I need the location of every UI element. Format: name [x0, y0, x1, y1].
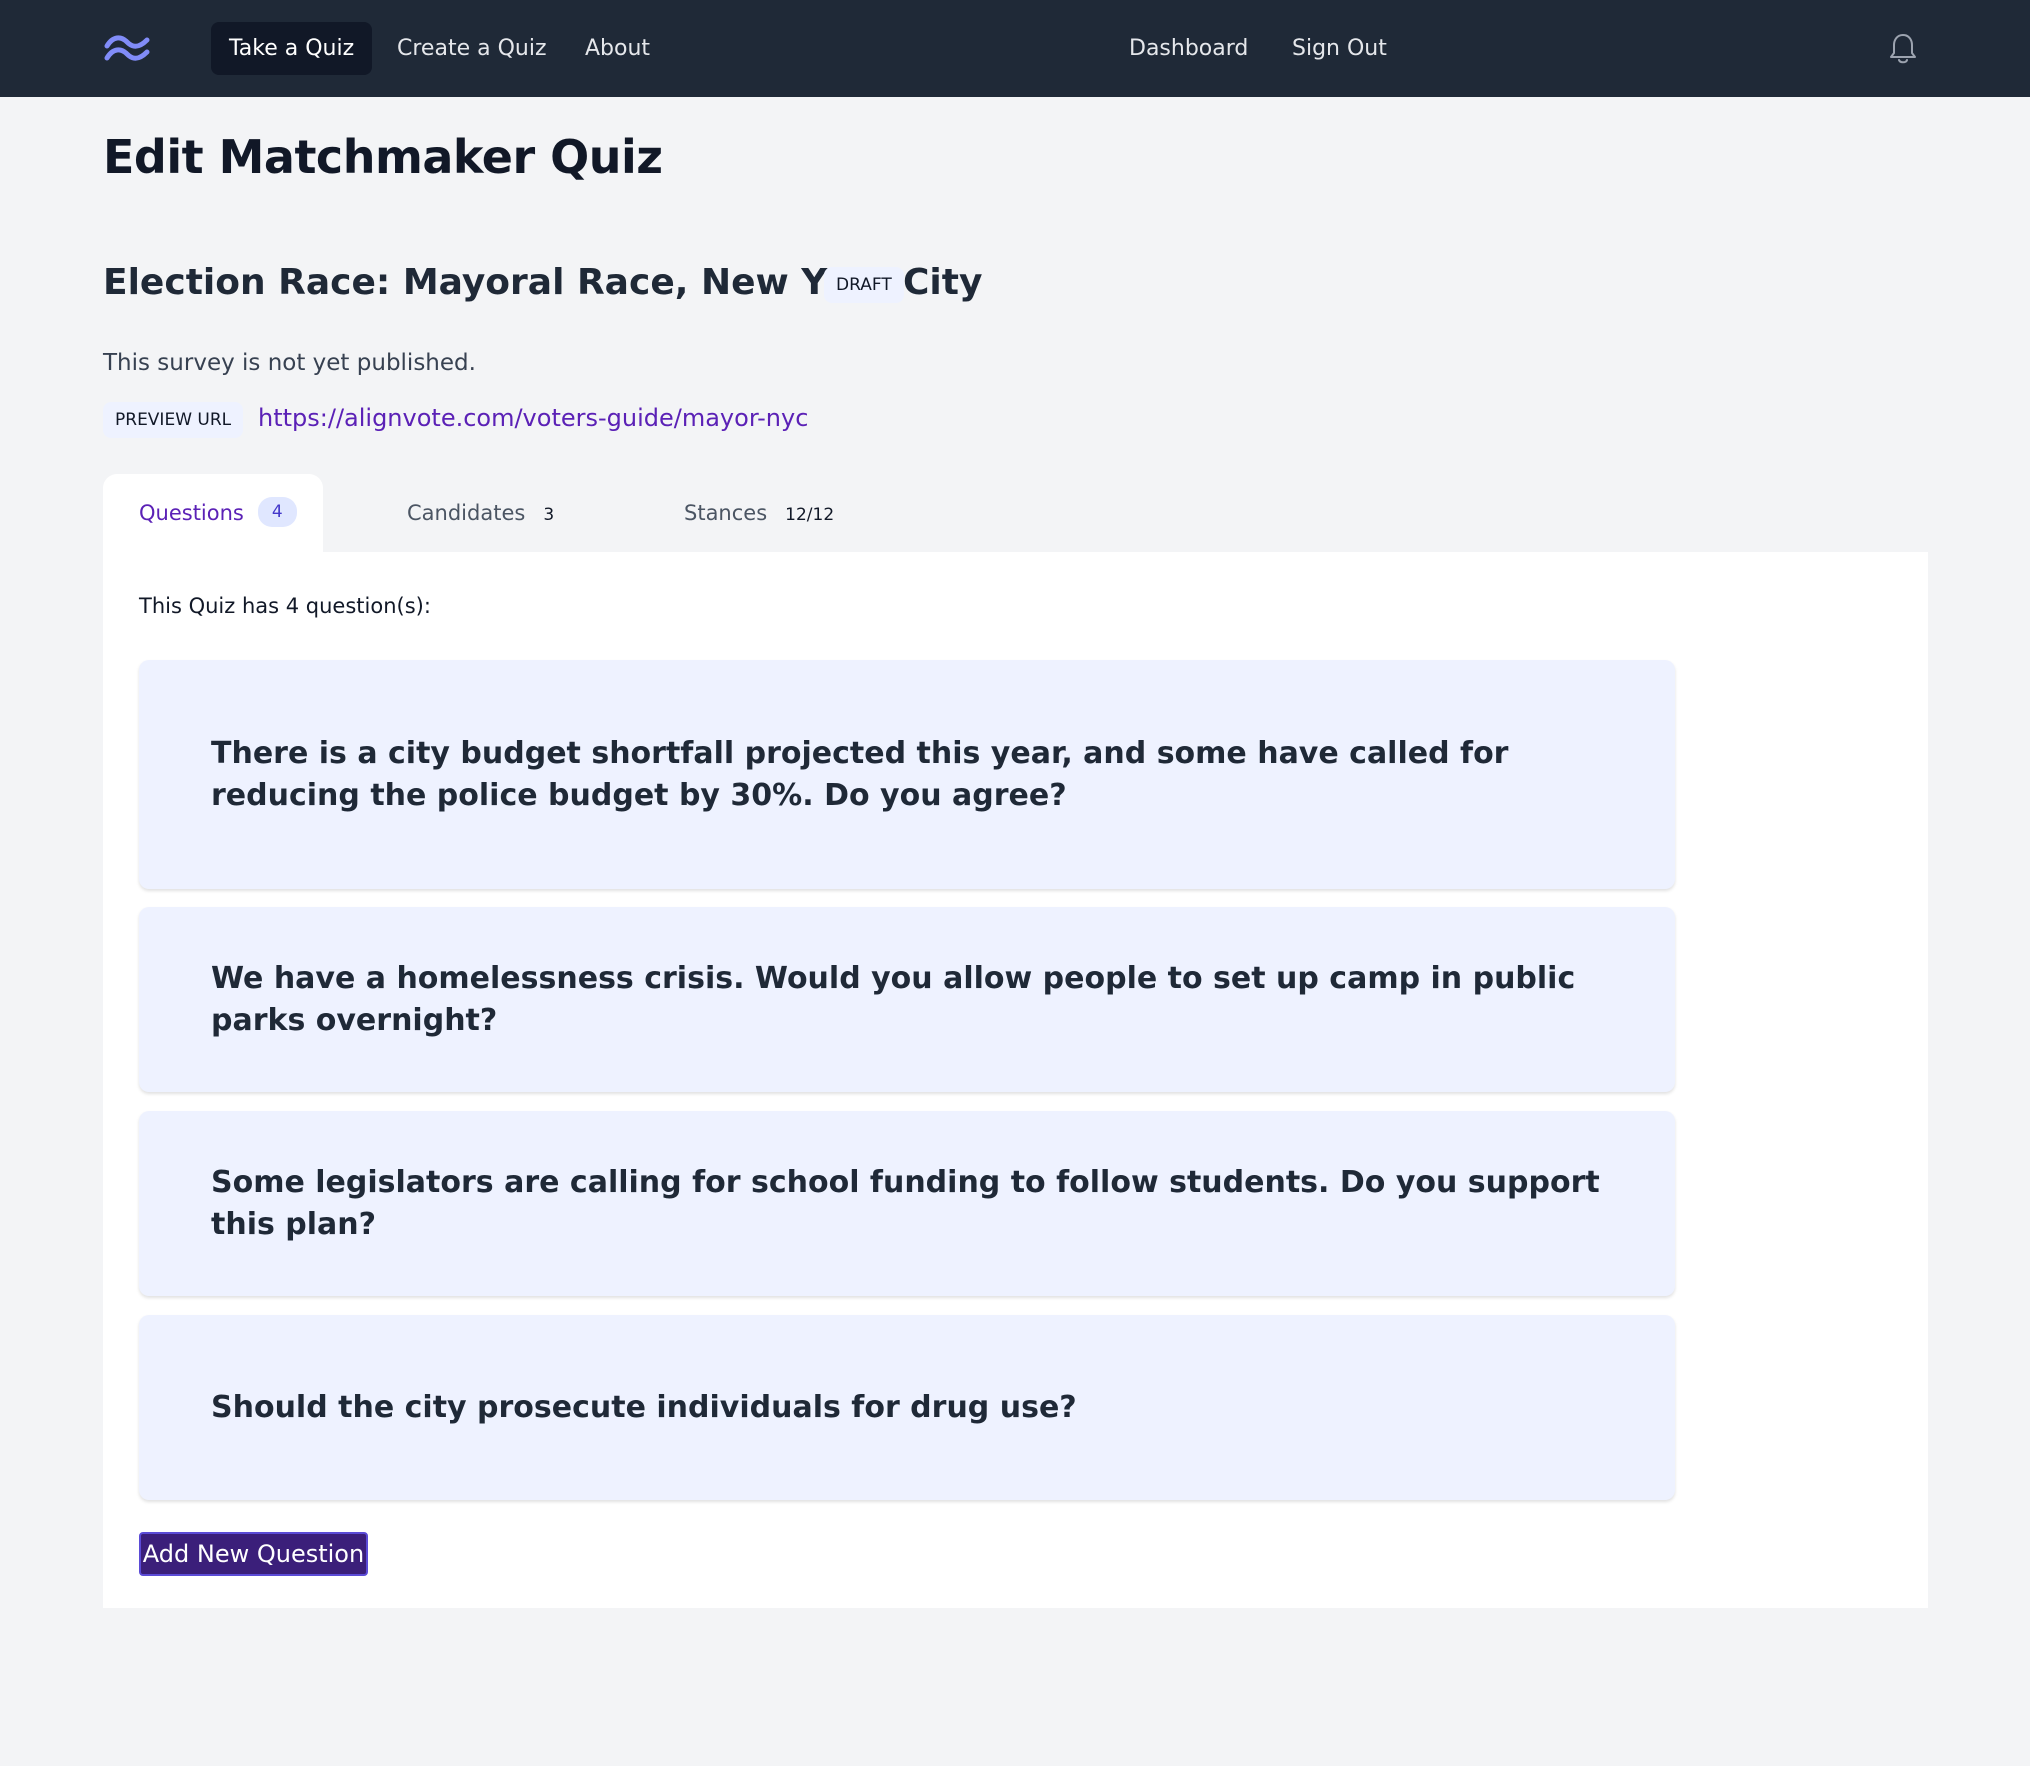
- question-card[interactable]: Should the city prosecute individuals fo…: [139, 1315, 1675, 1500]
- tab-stances-label: Stances: [684, 501, 768, 525]
- preview-url-label: PREVIEW URL: [103, 402, 244, 438]
- question-text: There is a city budget shortfall project…: [211, 735, 1509, 813]
- question-card[interactable]: We have a homelessness crisis. Would you…: [139, 907, 1675, 1092]
- nav-sign-out[interactable]: Sign Out: [1274, 22, 1405, 75]
- page-title: Edit Matchmaker Quiz: [103, 130, 663, 184]
- tab-questions-label: Questions: [139, 501, 244, 525]
- bell-icon[interactable]: [1888, 32, 1918, 66]
- question-card[interactable]: Some legislators are calling for school …: [139, 1111, 1675, 1296]
- nav-take-quiz[interactable]: Take a Quiz: [211, 22, 373, 75]
- add-question-button[interactable]: Add New Question: [139, 1532, 368, 1576]
- tailwind-wave-icon[interactable]: [103, 32, 151, 64]
- question-text: Should the city prosecute individuals fo…: [211, 1389, 1077, 1425]
- question-text: We have a homelessness crisis. Would you…: [211, 960, 1576, 1038]
- tab-candidates-label: Candidates: [407, 501, 526, 525]
- questions-panel: This Quiz has 4 question(s): There is a …: [103, 552, 1928, 1608]
- top-navbar: Take a Quiz Create a Quiz About Dashboar…: [0, 0, 2030, 97]
- tab-candidates-count: 3: [543, 505, 555, 525]
- preview-url-link[interactable]: https://alignvote.com/voters-guide/mayor…: [258, 404, 808, 432]
- nav-dashboard[interactable]: Dashboard: [1111, 22, 1266, 75]
- nav-about[interactable]: About: [567, 22, 668, 75]
- tab-questions-count: 4: [257, 497, 297, 527]
- question-text: Some legislators are calling for school …: [211, 1164, 1600, 1242]
- status-badge: DRAFT: [824, 267, 904, 303]
- question-card[interactable]: There is a city budget shortfall project…: [139, 660, 1675, 889]
- tab-stances[interactable]: Stances 12/12: [684, 474, 834, 552]
- nav-create-quiz[interactable]: Create a Quiz: [379, 22, 565, 75]
- tab-candidates[interactable]: Candidates 3: [407, 474, 554, 552]
- tab-stances-count: 12/12: [785, 505, 835, 525]
- questions-summary: This Quiz has 4 question(s):: [139, 594, 431, 618]
- publish-status-text: This survey is not yet published.: [103, 350, 476, 376]
- tab-questions[interactable]: Questions 4: [103, 474, 323, 552]
